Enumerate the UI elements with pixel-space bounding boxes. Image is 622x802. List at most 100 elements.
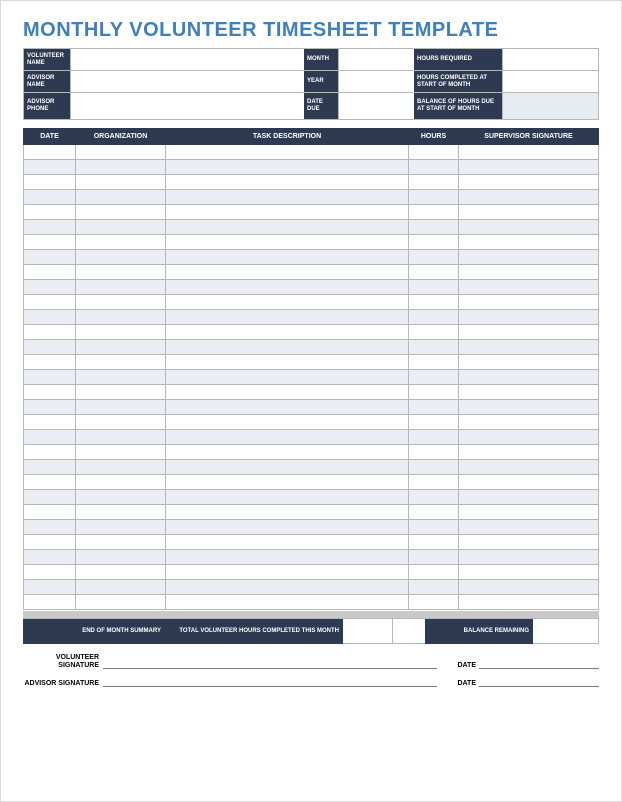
cell-date[interactable] — [24, 340, 76, 355]
cell-task[interactable] — [166, 220, 409, 235]
cell-date[interactable] — [24, 400, 76, 415]
cell-organization[interactable] — [76, 565, 166, 580]
cell-hours[interactable] — [409, 175, 459, 190]
cell-organization[interactable] — [76, 220, 166, 235]
cell-task[interactable] — [166, 475, 409, 490]
cell-signature[interactable] — [459, 430, 599, 445]
cell-organization[interactable] — [76, 550, 166, 565]
cell-task[interactable] — [166, 505, 409, 520]
cell-date[interactable] — [24, 235, 76, 250]
cell-signature[interactable] — [459, 460, 599, 475]
cell-organization[interactable] — [76, 490, 166, 505]
cell-organization[interactable] — [76, 460, 166, 475]
cell-signature[interactable] — [459, 580, 599, 595]
cell-signature[interactable] — [459, 595, 599, 610]
cell-task[interactable] — [166, 535, 409, 550]
cell-organization[interactable] — [76, 535, 166, 550]
cell-signature[interactable] — [459, 490, 599, 505]
field-volunteer-name[interactable] — [70, 49, 304, 70]
cell-organization[interactable] — [76, 370, 166, 385]
line-volunteer-date[interactable] — [479, 659, 599, 669]
field-hours-completed[interactable] — [502, 71, 598, 92]
cell-task[interactable] — [166, 490, 409, 505]
field-month[interactable] — [338, 49, 414, 70]
cell-task[interactable] — [166, 280, 409, 295]
cell-signature[interactable] — [459, 295, 599, 310]
cell-signature[interactable] — [459, 175, 599, 190]
cell-signature[interactable] — [459, 355, 599, 370]
cell-hours[interactable] — [409, 160, 459, 175]
cell-signature[interactable] — [459, 550, 599, 565]
cell-signature[interactable] — [459, 205, 599, 220]
cell-signature[interactable] — [459, 265, 599, 280]
cell-hours[interactable] — [409, 490, 459, 505]
cell-organization[interactable] — [76, 475, 166, 490]
cell-signature[interactable] — [459, 280, 599, 295]
cell-task[interactable] — [166, 205, 409, 220]
cell-signature[interactable] — [459, 145, 599, 160]
cell-date[interactable] — [24, 355, 76, 370]
cell-organization[interactable] — [76, 415, 166, 430]
cell-date[interactable] — [24, 370, 76, 385]
field-advisor-name[interactable] — [70, 71, 304, 92]
cell-signature[interactable] — [459, 325, 599, 340]
cell-hours[interactable] — [409, 295, 459, 310]
cell-organization[interactable] — [76, 340, 166, 355]
cell-hours[interactable] — [409, 250, 459, 265]
cell-date[interactable] — [24, 310, 76, 325]
cell-task[interactable] — [166, 460, 409, 475]
cell-date[interactable] — [24, 385, 76, 400]
cell-date[interactable] — [24, 580, 76, 595]
cell-task[interactable] — [166, 175, 409, 190]
cell-signature[interactable] — [459, 505, 599, 520]
line-advisor-date[interactable] — [479, 677, 599, 687]
cell-hours[interactable] — [409, 340, 459, 355]
cell-hours[interactable] — [409, 520, 459, 535]
cell-date[interactable] — [24, 175, 76, 190]
cell-task[interactable] — [166, 295, 409, 310]
cell-date[interactable] — [24, 160, 76, 175]
line-advisor-signature[interactable] — [103, 677, 437, 687]
cell-signature[interactable] — [459, 520, 599, 535]
cell-hours[interactable] — [409, 325, 459, 340]
cell-task[interactable] — [166, 370, 409, 385]
cell-task[interactable] — [166, 520, 409, 535]
cell-signature[interactable] — [459, 415, 599, 430]
cell-signature[interactable] — [459, 190, 599, 205]
cell-signature[interactable] — [459, 250, 599, 265]
cell-hours[interactable] — [409, 595, 459, 610]
cell-task[interactable] — [166, 310, 409, 325]
cell-organization[interactable] — [76, 325, 166, 340]
cell-organization[interactable] — [76, 160, 166, 175]
cell-task[interactable] — [166, 400, 409, 415]
cell-organization[interactable] — [76, 505, 166, 520]
cell-hours[interactable] — [409, 145, 459, 160]
field-hours-required[interactable] — [502, 49, 598, 70]
cell-organization[interactable] — [76, 400, 166, 415]
cell-task[interactable] — [166, 235, 409, 250]
cell-signature[interactable] — [459, 385, 599, 400]
cell-hours[interactable] — [409, 415, 459, 430]
cell-hours[interactable] — [409, 445, 459, 460]
line-volunteer-signature[interactable] — [103, 659, 437, 669]
cell-signature[interactable] — [459, 340, 599, 355]
cell-date[interactable] — [24, 535, 76, 550]
cell-task[interactable] — [166, 550, 409, 565]
cell-task[interactable] — [166, 145, 409, 160]
cell-signature[interactable] — [459, 565, 599, 580]
cell-organization[interactable] — [76, 265, 166, 280]
cell-hours[interactable] — [409, 385, 459, 400]
cell-hours[interactable] — [409, 370, 459, 385]
cell-hours[interactable] — [409, 190, 459, 205]
cell-organization[interactable] — [76, 385, 166, 400]
cell-task[interactable] — [166, 415, 409, 430]
cell-signature[interactable] — [459, 475, 599, 490]
cell-task[interactable] — [166, 430, 409, 445]
cell-signature[interactable] — [459, 445, 599, 460]
cell-date[interactable] — [24, 430, 76, 445]
cell-organization[interactable] — [76, 595, 166, 610]
cell-hours[interactable] — [409, 565, 459, 580]
cell-date[interactable] — [24, 550, 76, 565]
cell-task[interactable] — [166, 595, 409, 610]
cell-hours[interactable] — [409, 235, 459, 250]
